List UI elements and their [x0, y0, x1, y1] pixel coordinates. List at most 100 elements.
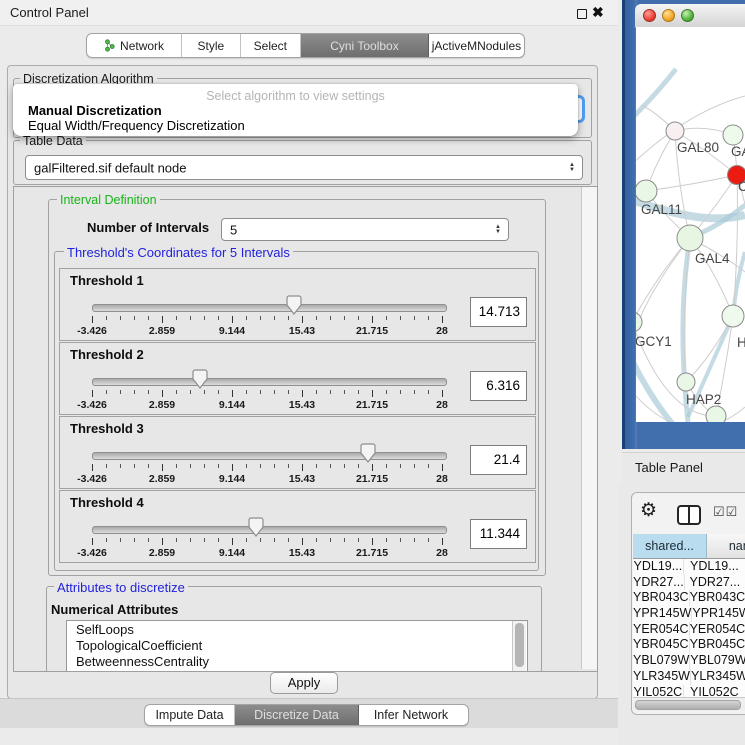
attribute-item[interactable]: SelfLoops	[67, 623, 527, 637]
number-of-intervals-combobox[interactable]: 5 ▲▼	[221, 218, 509, 241]
table-row[interactable]: YLR345WYLR345W	[633, 669, 745, 685]
threshold-box-1: Threshold 1-3.4262.8599.14415.4321.71528…	[59, 268, 536, 341]
slider-track[interactable]	[92, 526, 447, 534]
gear-icon[interactable]: ⚙	[640, 499, 657, 522]
table-row[interactable]: YBR045CYBR045C	[633, 637, 745, 653]
network-node-gal4[interactable]	[677, 225, 703, 251]
table-row[interactable]: YBR043CYBR043C	[633, 590, 745, 606]
network-node-h[interactable]	[722, 305, 744, 327]
slider-major-tick	[92, 390, 93, 397]
app-root: Control Panel ✖ NetworkStyleSelectCyni T…	[0, 0, 745, 745]
close-icon[interactable]: ✖	[592, 4, 604, 21]
network-node-label: GAL4	[695, 251, 730, 266]
network-node-label: HAP2	[686, 392, 721, 407]
slider-major-tick	[302, 464, 303, 471]
control-panel-title: Control Panel	[10, 5, 89, 20]
slider-tick-label: 21.715	[347, 399, 397, 411]
slider-tick-label: -3.426	[67, 325, 117, 337]
table-row[interactable]: YER054CYER054C	[633, 622, 745, 638]
table-panel-title: Table Panel	[635, 460, 703, 475]
slider-tick-label: 28	[417, 473, 467, 485]
threshold-value-field[interactable]: 6.316	[470, 371, 527, 401]
slider-major-tick	[442, 390, 443, 397]
number-of-intervals-label: Number of Intervals	[87, 220, 209, 235]
network-node-hap2[interactable]	[677, 373, 695, 391]
table-rows: YDL19...YDL19...YDR27...YDR27...YBR043CY…	[633, 559, 745, 697]
attribute-item[interactable]: BetweennessCentrality	[67, 655, 527, 669]
slider-track[interactable]	[92, 304, 447, 312]
slider-thumb[interactable]	[192, 369, 208, 394]
table-row[interactable]: YPR145WYPR145W	[633, 606, 745, 622]
table-header-name[interactable]: name	[707, 534, 745, 559]
slider-tick-label: 21.715	[347, 473, 397, 485]
table-row[interactable]: YDR27...YDR27...	[633, 575, 745, 591]
table-row[interactable]: YDL19...YDL19...	[633, 559, 745, 575]
settings-scroll-panel: Interval Definition Number of Intervals …	[13, 186, 598, 672]
bottom-tabbar: Impute DataDiscretize DataInfer Network	[144, 704, 469, 726]
interval-definition-title: Interval Definition	[57, 193, 160, 207]
network-graph: GAL80GALCGAL11GAL4GCY1HHAP2	[636, 27, 745, 422]
tab-discretize-data[interactable]: Discretize Data	[235, 705, 359, 725]
minimize-traffic-light[interactable]	[662, 9, 675, 22]
network-node-gal80[interactable]	[666, 122, 684, 140]
slider-tick-label: -3.426	[67, 399, 117, 411]
table-header-shared-name[interactable]: shared...	[633, 534, 707, 559]
tab-select[interactable]: Select	[241, 34, 301, 57]
slider-thumb[interactable]	[248, 517, 264, 542]
network-node-gal[interactable]	[723, 125, 743, 145]
algorithm-option-equal-width[interactable]: Equal Width/Frequency Discretization	[13, 118, 578, 133]
network-icon	[104, 39, 115, 52]
threshold-box-2: Threshold 2-3.4262.8599.14415.4321.71528…	[59, 342, 536, 415]
tab-impute-data[interactable]: Impute Data	[145, 705, 235, 725]
slider-ticks	[92, 464, 443, 468]
table-data-combobox-value: galFiltered.sif default node	[34, 160, 186, 175]
slider-track[interactable]	[92, 378, 447, 386]
main-scrollbar-track[interactable]	[581, 187, 597, 669]
slider-major-tick	[232, 390, 233, 397]
tab-network[interactable]: Network	[87, 34, 182, 57]
table-hscrollbar[interactable]	[633, 697, 745, 711]
network-node[interactable]	[706, 406, 726, 422]
attributes-list-scrollbar[interactable]	[512, 621, 526, 672]
threshold-value-field[interactable]: 11.344	[470, 519, 527, 549]
network-node-label: GAL11	[641, 202, 682, 217]
apply-button[interactable]: Apply	[270, 672, 338, 694]
slider-major-tick	[162, 538, 163, 545]
zoom-traffic-light[interactable]	[681, 9, 694, 22]
network-node-gal11[interactable]	[636, 180, 657, 202]
float-window-icon[interactable]	[577, 9, 587, 19]
threshold-label: Threshold 2	[70, 347, 144, 362]
slider-tick-label: 21.715	[347, 325, 397, 337]
tab-jactivemnodules[interactable]: jActiveMNodules	[429, 34, 524, 57]
slider-tick-label: 2.859	[137, 399, 187, 411]
threshold-box-4: Threshold 4-3.4262.8599.14415.4321.71528…	[59, 490, 536, 563]
slider-tick-label: 28	[417, 399, 467, 411]
table-hscrollbar-thumb[interactable]	[635, 700, 741, 710]
threshold-value-field[interactable]: 21.4	[470, 445, 527, 475]
split-columns-icon[interactable]	[677, 505, 701, 525]
slider-tick-label: 2.859	[137, 547, 187, 559]
close-traffic-light[interactable]	[643, 9, 656, 22]
algorithm-option-manual[interactable]: Manual Discretization	[13, 103, 578, 118]
tab-cyni-toolbox[interactable]: Cyni Toolbox	[301, 34, 429, 57]
table-row[interactable]: YBL079WYBL079W	[633, 653, 745, 669]
tab-infer-network[interactable]: Infer Network	[359, 705, 463, 725]
attribute-item[interactable]: TopologicalCoefficient	[67, 639, 527, 653]
slider-major-tick	[162, 316, 163, 323]
checkboxes-icon[interactable]: ☑☑	[713, 504, 738, 520]
slider-tick-label: 15.43	[277, 399, 327, 411]
slider-thumb[interactable]	[360, 443, 376, 468]
tab-style[interactable]: Style	[182, 34, 240, 57]
control-panel-titlebar	[0, 0, 618, 26]
table-data-group-title: Table Data	[20, 134, 86, 148]
table-row[interactable]: YIL052CYIL052C	[633, 685, 745, 698]
network-edge[interactable]	[636, 352, 706, 422]
slider-thumb[interactable]	[286, 295, 302, 320]
threshold-value-field[interactable]: 14.713	[470, 297, 527, 327]
numerical-attributes-list[interactable]: SelfLoops TopologicalCoefficient Betweenne…	[66, 620, 528, 672]
network-edge[interactable]	[646, 175, 737, 191]
network-canvas[interactable]: GAL80GALCGAL11GAL4GCY1HHAP2	[636, 27, 745, 422]
slider-track[interactable]	[92, 452, 447, 460]
table-data-combobox[interactable]: galFiltered.sif default node ▲▼	[25, 155, 583, 180]
slider-major-tick	[162, 464, 163, 471]
